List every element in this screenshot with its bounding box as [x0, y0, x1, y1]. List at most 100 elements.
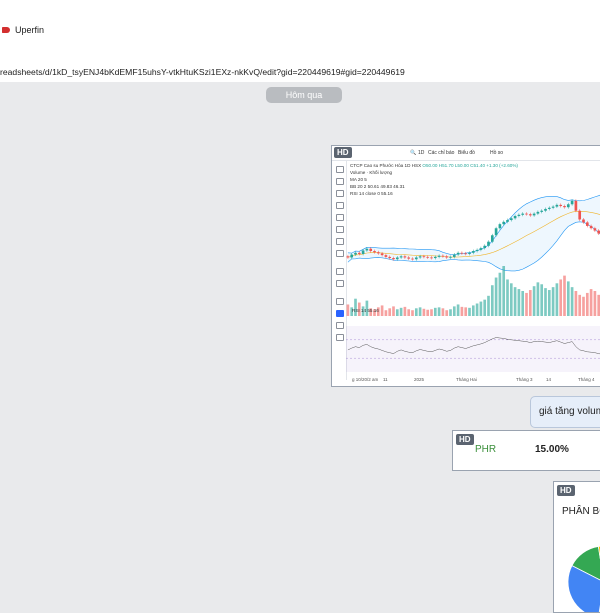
volume-bar: [502, 266, 506, 316]
volume-bar: [475, 303, 479, 316]
indicators-button[interactable]: Các chỉ báo: [428, 150, 454, 156]
candle-body: [445, 256, 449, 258]
volume-bar: [384, 310, 388, 316]
pattern-icon[interactable]: [336, 202, 344, 209]
candle-body: [528, 214, 532, 216]
candle-body: [384, 255, 388, 257]
crosshair-icon[interactable]: [336, 166, 344, 173]
bookmark-flag-icon[interactable]: [2, 27, 10, 33]
candle-body: [570, 200, 574, 205]
drawing-toolbar: [332, 160, 347, 380]
symbol-search-icon[interactable]: 🔍: [410, 150, 416, 156]
lock-drawings-icon[interactable]: [336, 310, 344, 317]
volume-bar: [346, 304, 350, 316]
volume-bar: [566, 281, 570, 316]
emoji-icon[interactable]: [336, 250, 344, 257]
forecast-icon[interactable]: [336, 214, 344, 221]
volume-bar: [593, 291, 597, 316]
candle-body: [376, 252, 380, 254]
volume-bar: [498, 272, 502, 316]
legend-rsi-value: 55.16: [367, 308, 379, 313]
rsi-pane: [346, 326, 600, 372]
zoom-icon[interactable]: [336, 280, 344, 287]
volume-bar: [452, 306, 456, 316]
caption-message[interactable]: giá tăng volum: [530, 396, 600, 428]
candle-body: [388, 256, 392, 259]
volume-bar: [437, 307, 441, 316]
candle-body: [460, 252, 464, 254]
volume-bar: [551, 287, 555, 316]
candle-body: [350, 254, 354, 258]
candle-body: [373, 251, 376, 253]
table-cell-symbol: PHR: [475, 444, 497, 455]
brush-icon[interactable]: [336, 226, 344, 233]
ruler-icon[interactable]: [336, 268, 344, 275]
volume-bar: [589, 289, 593, 316]
candle-body: [365, 248, 369, 251]
allocation-table-image[interactable]: HD PHR 15.00%: [452, 430, 600, 471]
volume-bar: [414, 308, 418, 316]
volume-bar: [528, 290, 532, 316]
candle-body: [418, 256, 422, 258]
trash-icon[interactable]: [336, 334, 344, 341]
candle-body: [498, 224, 502, 229]
volume-bar: [547, 290, 551, 316]
hd-badge: HD: [334, 147, 352, 158]
legend-rsi-label: RSI 14: [352, 308, 367, 313]
candle-body: [506, 220, 509, 222]
candle-body: [593, 228, 597, 231]
magnet-icon[interactable]: [336, 298, 344, 305]
candle-body: [563, 206, 566, 208]
volume-bar: [380, 305, 384, 316]
volume-bar: [433, 307, 437, 316]
candle-body: [471, 251, 475, 253]
volume-bar: [559, 279, 563, 316]
text-icon[interactable]: [336, 238, 344, 245]
candle-body: [585, 222, 589, 226]
candle-body: [437, 255, 441, 257]
pie-chart: [567, 545, 600, 612]
volume-bar: [479, 301, 483, 316]
visibility-icon[interactable]: [336, 322, 344, 329]
pie-chart-image[interactable]: HD PHÂN BỐ: [553, 481, 600, 613]
candle-body: [354, 252, 357, 255]
volume-bar: [441, 308, 445, 316]
candle-body: [536, 211, 540, 214]
chart-image-message[interactable]: 🔍 1D Các chỉ báo Biểu đồ Hồ so CTCP Cao …: [331, 145, 600, 387]
volume-bar: [468, 307, 471, 316]
trend-line-icon[interactable]: [336, 178, 344, 185]
url-text[interactable]: readsheets/d/1kD_tsyENJ4bKdEMF15uhsY-vtk…: [0, 67, 405, 77]
candle-body: [540, 210, 544, 212]
volume-bar: [517, 289, 521, 316]
more-button[interactable]: Hồ so: [490, 150, 503, 156]
fib-icon[interactable]: [336, 190, 344, 197]
candle-body: [509, 218, 513, 221]
volume-bar: [582, 296, 585, 316]
chart-type-button[interactable]: Biểu đồ: [458, 150, 475, 156]
volume-bar: [570, 287, 574, 316]
volume-bar: [494, 277, 498, 316]
bookmarks-bar: Uperfin: [0, 0, 600, 45]
candle-body: [403, 256, 407, 258]
candle-body: [361, 250, 365, 254]
bookmark-uperfin[interactable]: Uperfin: [15, 25, 44, 35]
candle-body: [502, 221, 506, 225]
volume-bar: [506, 279, 509, 316]
volume-bar: [555, 283, 559, 316]
volume-bar: [407, 309, 411, 316]
candle-body: [430, 257, 433, 259]
volume-bar: [399, 307, 403, 316]
candle-body: [582, 219, 585, 223]
candle-body: [395, 257, 399, 260]
volume-bar: [490, 285, 494, 316]
candle-body: [578, 210, 582, 220]
volume-bar: [430, 309, 433, 316]
candle-body: [483, 245, 487, 249]
interval-button[interactable]: 1D: [418, 150, 424, 156]
candle-body: [490, 235, 494, 242]
chart-toolbar: 🔍 1D Các chỉ báo Biểu đồ Hồ so: [332, 146, 600, 161]
legend-rsi: RSI 14 55.16: [352, 308, 379, 313]
candle-body: [551, 206, 555, 208]
candle-body: [589, 225, 593, 229]
volume-bar: [563, 275, 566, 316]
